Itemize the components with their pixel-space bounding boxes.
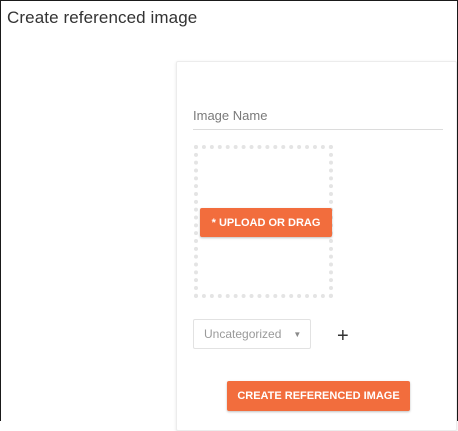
upload-or-drag-button[interactable]: * UPLOAD OR DRAG [200,208,332,237]
category-selected-value: Uncategorized [204,327,282,341]
add-category-icon[interactable]: + [337,326,349,346]
image-name-input[interactable] [193,102,443,130]
create-referenced-image-button[interactable]: CREATE REFERENCED IMAGE [227,381,410,411]
page-title: Create referenced image [7,8,198,27]
chevron-down-icon: ▼ [293,329,302,339]
form-card: * UPLOAD OR DRAG Uncategorized ▼ + CREAT… [176,61,457,431]
image-dropzone[interactable]: * UPLOAD OR DRAG [194,145,333,298]
category-select[interactable]: Uncategorized ▼ [193,319,311,349]
window-frame: Create referenced image * UPLOAD OR DRAG… [0,0,458,431]
